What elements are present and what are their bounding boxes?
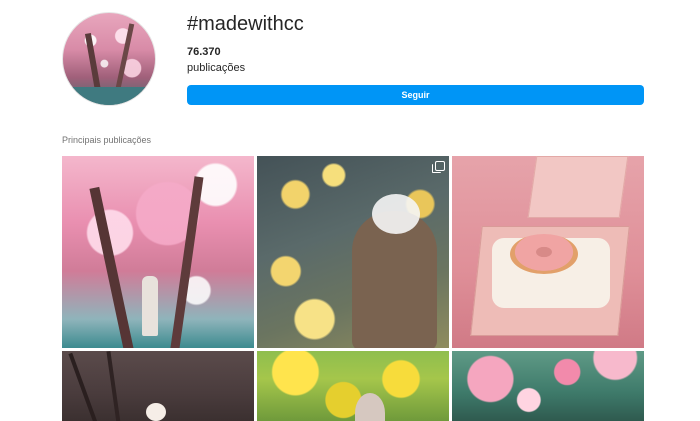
post-tile-5[interactable]	[257, 351, 449, 421]
post-tile-4[interactable]	[62, 351, 254, 421]
hashtag-header: #madewithcc 76.370 publicações Seguir	[62, 12, 644, 112]
top-posts-heading: Principais publicações	[62, 135, 152, 145]
post-tile-1[interactable]	[62, 156, 254, 348]
multiple-photos-icon	[432, 161, 445, 173]
posts-grid	[62, 156, 644, 421]
post-tile-2[interactable]	[257, 156, 449, 348]
hashtag-title: #madewithcc	[187, 13, 304, 35]
post-tile-3[interactable]	[452, 156, 644, 348]
post-tile-6[interactable]	[452, 351, 644, 421]
post-count-label: publicações	[187, 62, 246, 74]
post-count: 76.370	[187, 46, 221, 58]
hashtag-info: #madewithcc 76.370 publicações	[187, 12, 304, 74]
hashtag-avatar	[62, 12, 156, 106]
follow-button[interactable]: Seguir	[187, 85, 644, 105]
